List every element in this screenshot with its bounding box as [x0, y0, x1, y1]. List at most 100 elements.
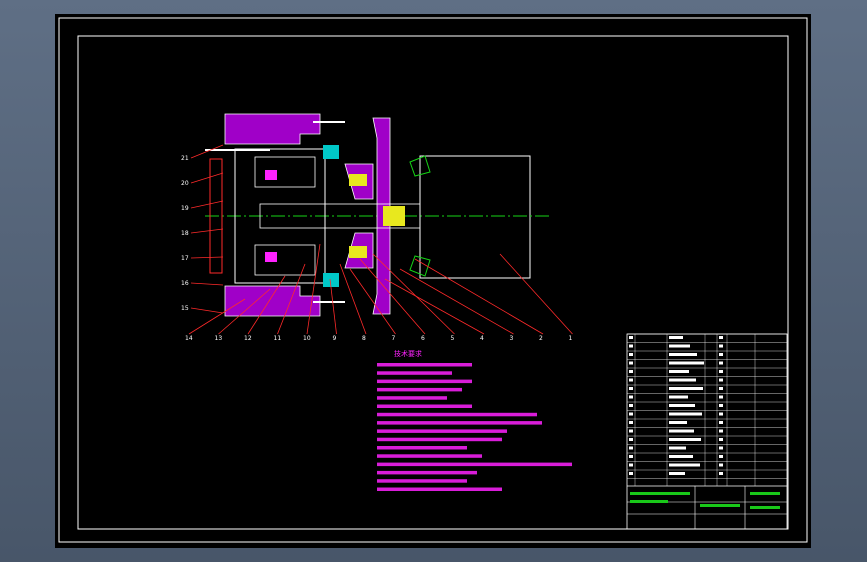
- leader-line: [190, 228, 224, 234]
- title-block-frame: [626, 333, 788, 530]
- notes-body: [377, 363, 572, 491]
- parts-cell-mark: [669, 421, 687, 424]
- leader-line: [499, 253, 573, 335]
- parts-cell-mark: [719, 455, 723, 458]
- note-line: [377, 421, 542, 425]
- parts-cell-mark: [629, 412, 633, 416]
- parts-cell-mark: [669, 336, 683, 339]
- parts-cell-mark: [719, 370, 723, 373]
- part-number-label: 11: [274, 335, 282, 342]
- parts-cell-mark: [669, 463, 700, 467]
- leader-line: [190, 144, 224, 159]
- note-line: [377, 412, 537, 417]
- part-number-label: 10: [303, 335, 311, 342]
- motor-housing: [419, 155, 531, 279]
- leader-line: [359, 258, 426, 335]
- parts-cell-mark: [669, 412, 702, 416]
- part-number-label: 18: [181, 230, 189, 237]
- part-number-label: 3: [510, 335, 514, 342]
- leader-line: [190, 172, 224, 184]
- parts-cell-mark: [719, 361, 723, 365]
- note-line: [377, 379, 472, 384]
- part-number-label: 12: [244, 335, 252, 342]
- parts-cell-mark: [669, 446, 686, 450]
- parts-cell-mark: [719, 344, 723, 348]
- parts-cell-mark: [629, 438, 633, 441]
- parts-cell-mark: [669, 395, 688, 399]
- leader-line: [414, 258, 544, 335]
- parts-cell-mark: [719, 446, 723, 450]
- leader-line: [190, 282, 224, 286]
- note-line: [377, 387, 462, 392]
- parts-cell-mark: [669, 387, 703, 390]
- parts-cell-mark: [719, 429, 723, 433]
- part-number-label: 19: [181, 205, 189, 212]
- parts-cell-mark: [669, 404, 695, 407]
- note-line: [377, 479, 467, 483]
- parts-cell-mark: [629, 370, 633, 373]
- part-number-label: 6: [421, 335, 425, 342]
- parts-cell-mark: [629, 378, 633, 382]
- parts-cell-mark: [629, 344, 633, 348]
- parts-cell-mark: [669, 378, 696, 382]
- part-number-label: 9: [333, 335, 337, 342]
- assembly-section-view: [205, 113, 550, 317]
- note-line: [377, 470, 477, 475]
- parts-cell-mark: [629, 395, 633, 399]
- title-block: [626, 333, 788, 530]
- parts-cell-mark: [669, 472, 685, 475]
- coupling-key: [383, 206, 405, 226]
- parts-cell-mark: [629, 463, 633, 467]
- title-block-field: [700, 504, 740, 507]
- title-block-field: [750, 506, 780, 509]
- seal-upper: [323, 145, 339, 159]
- part-number-label: 7: [392, 335, 396, 342]
- parts-cell-mark: [719, 412, 723, 416]
- parts-cell-mark: [629, 472, 633, 475]
- leader-line: [384, 278, 485, 335]
- parts-cell-mark: [629, 353, 633, 356]
- parts-cell-mark: [719, 395, 723, 399]
- leader-line: [306, 243, 321, 335]
- part-number-label: 15: [181, 305, 189, 312]
- leader-line: [339, 263, 367, 335]
- parts-cell-mark: [719, 378, 723, 382]
- pin-lower: [265, 252, 277, 262]
- upper-housing-section: [224, 113, 321, 145]
- parts-cell-mark: [719, 472, 723, 475]
- parts-cell-mark: [719, 404, 723, 407]
- parts-cell-mark: [669, 429, 694, 433]
- parts-cell-mark: [629, 421, 633, 424]
- parts-cell-mark: [669, 353, 697, 356]
- gear-lower: [254, 244, 316, 276]
- lower-housing-section: [224, 285, 321, 317]
- leader-line: [190, 200, 224, 209]
- parts-cell-mark: [669, 438, 701, 441]
- parts-cell-mark: [629, 429, 633, 433]
- parts-cell-mark: [719, 463, 723, 467]
- title-block-field: [750, 492, 780, 495]
- parts-cell-mark: [629, 361, 633, 365]
- part-number-label: 5: [451, 335, 455, 342]
- note-line: [377, 363, 472, 367]
- part-number-label: 1: [569, 335, 573, 342]
- parts-cell-mark: [629, 455, 633, 458]
- parts-cell-mark: [719, 438, 723, 441]
- note-line: [377, 371, 452, 375]
- note-line: [377, 487, 502, 491]
- parts-cell-mark: [719, 336, 723, 339]
- title-block-field: [630, 492, 690, 495]
- parts-cell-mark: [669, 370, 689, 373]
- technical-requirements: 技术要求: [377, 349, 572, 491]
- note-line: [377, 396, 447, 400]
- parts-list-table: [627, 333, 787, 509]
- bearing-upper: [349, 174, 367, 186]
- cad-viewport[interactable]: 14 13 12 11 10 9 8 7 6 5 4 3 2 1 21 20 19 18 17 16 15 技术要求: [55, 14, 811, 548]
- part-number-label: 2: [539, 335, 543, 342]
- note-line: [377, 404, 472, 408]
- parts-cell-mark: [719, 353, 723, 356]
- title-block-field: [630, 500, 668, 503]
- note-line: [377, 429, 507, 433]
- notes-title: 技术要求: [394, 349, 422, 358]
- part-number-label: 16: [181, 280, 189, 287]
